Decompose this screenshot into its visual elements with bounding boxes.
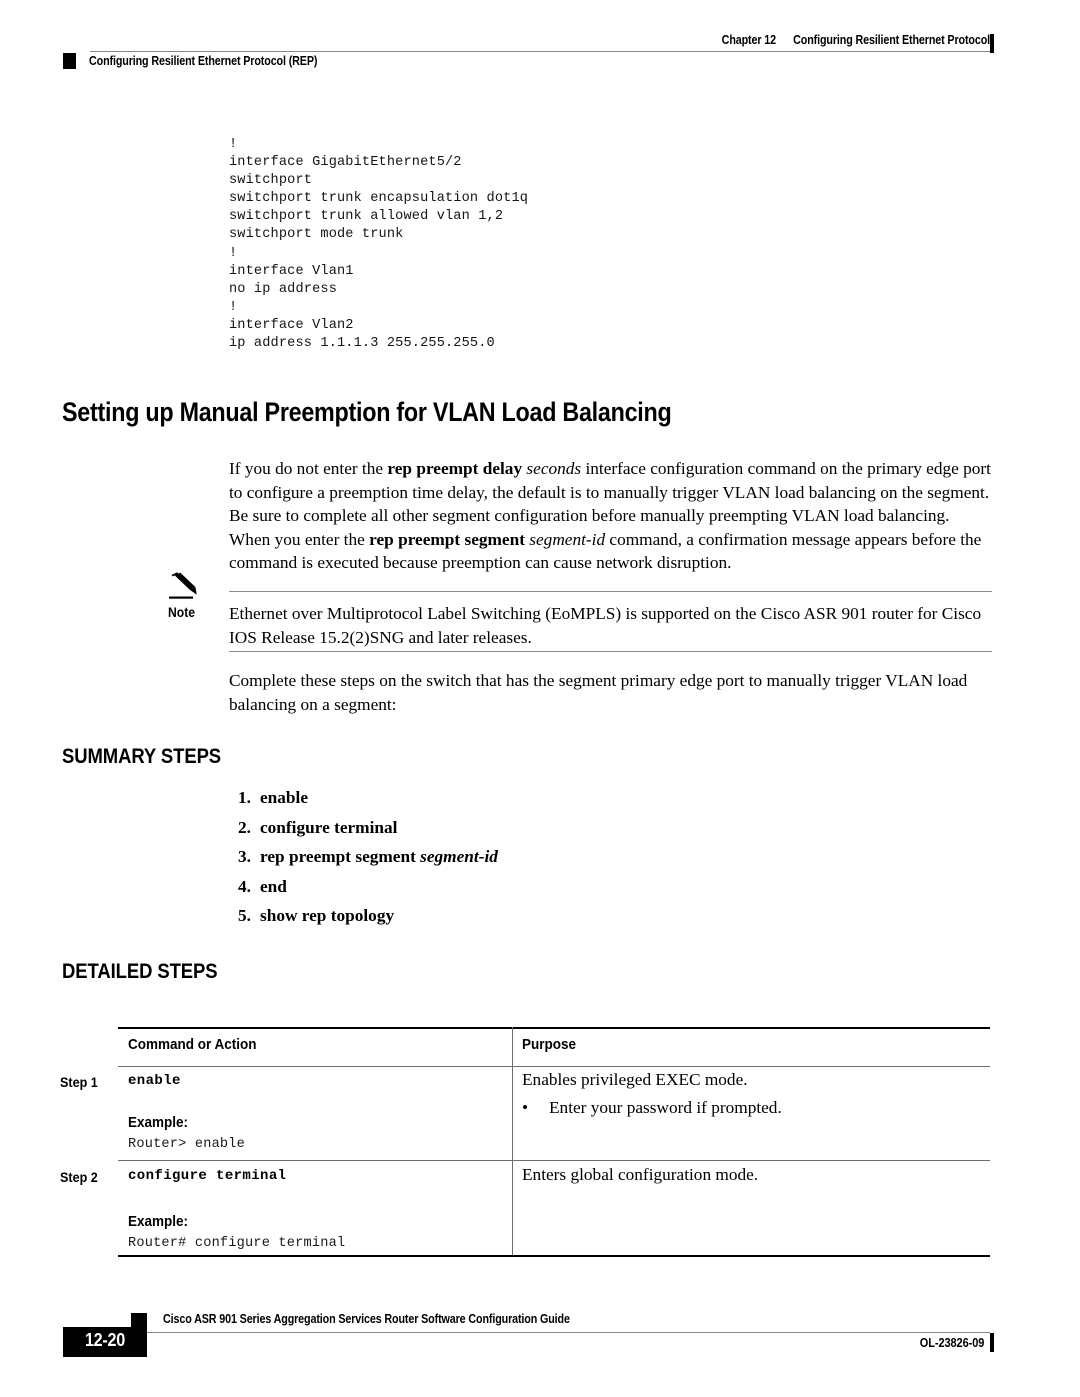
bullet-text: Enter your password if prompted. xyxy=(549,1098,782,1117)
intro-paragraph: If you do not enter the rep preempt dela… xyxy=(229,457,994,575)
detailed-steps-heading: DETAILED STEPS xyxy=(62,960,218,983)
intro-variable-1: seconds xyxy=(526,459,582,478)
step-number: 3. xyxy=(238,847,251,866)
pencil-icon xyxy=(168,572,204,600)
table-row-step-label: Step 2 xyxy=(60,1169,98,1185)
header-right-tick xyxy=(990,34,994,53)
step-text: show rep topology xyxy=(260,906,394,926)
table-row-purpose: Enables privileged EXEC mode. xyxy=(522,1070,748,1089)
note-body-text: Ethernet over Multiprotocol Label Switch… xyxy=(229,604,982,647)
example-command: Router> enable xyxy=(128,1137,246,1152)
intro-text-1: If you do not enter the xyxy=(229,459,388,478)
column-header-command: Command or Action xyxy=(128,1036,257,1053)
step-command: rep preempt segment xyxy=(260,847,421,866)
table-column-divider xyxy=(512,1027,513,1255)
example-label: Example: xyxy=(128,1114,189,1131)
footer-book-title: Cisco ASR 901 Series Aggregation Service… xyxy=(163,1312,570,1326)
step-command: enable xyxy=(260,788,309,807)
step-text: rep preempt segment segment-id xyxy=(260,847,498,867)
example-label: Example: xyxy=(128,1213,189,1230)
step-number: 1. xyxy=(238,788,251,807)
intro-variable-2: segment-id xyxy=(529,529,606,549)
note-label: Note xyxy=(168,605,195,620)
header-rule xyxy=(90,51,990,52)
step-command: configure terminal xyxy=(260,817,398,837)
list-item: 3. rep preempt segment segment-id xyxy=(229,847,929,877)
list-item: 5. show rep topology xyxy=(229,906,929,936)
bullet-dot-icon: • xyxy=(522,1098,529,1117)
footer-page-number: 12-20 xyxy=(84,1330,126,1350)
step-text: configure terminal xyxy=(260,818,397,838)
table-row-command: enable xyxy=(128,1073,181,1089)
header-square-marker-icon xyxy=(63,53,76,69)
page-title: Setting up Manual Preemption for VLAN Lo… xyxy=(62,397,672,427)
step-command: end xyxy=(260,876,287,896)
table-row-purpose: Enters global configuration mode. xyxy=(522,1165,759,1184)
footer-document-id: OL-23826-09 xyxy=(919,1336,985,1350)
table-border-bottom xyxy=(118,1255,990,1257)
table-row-command: configure terminal xyxy=(128,1168,287,1184)
table-header-divider xyxy=(118,1066,990,1067)
complete-steps-paragraph: Complete these steps on the switch that … xyxy=(229,671,968,714)
column-header-purpose: Purpose xyxy=(522,1036,577,1053)
step-variable: segment-id xyxy=(420,847,498,866)
note-rule-bottom xyxy=(229,651,992,652)
step-command: show rep topology xyxy=(260,906,395,925)
footer-rule xyxy=(131,1332,990,1333)
example-command: Router# configure terminal xyxy=(128,1236,346,1251)
footer-right-tick xyxy=(990,1333,994,1352)
table-border-top xyxy=(118,1027,990,1029)
list-item: 1. enable xyxy=(229,788,929,818)
step-number: 5. xyxy=(238,906,251,925)
list-item: 2. configure terminal xyxy=(229,818,929,848)
intro-command-1: rep preempt delay xyxy=(387,459,523,478)
table-row-divider xyxy=(118,1160,990,1161)
step-text: enable xyxy=(260,788,308,808)
list-item: 4. end xyxy=(229,877,929,907)
document-page: Chapter 12 Configuring Resilient Ethernet… xyxy=(0,0,1080,1397)
header-chapter-number: Chapter 12 xyxy=(721,33,776,47)
page-header-right: Chapter 12 Configuring Resilient Ethernet… xyxy=(722,33,990,47)
summary-steps-list: 1. enable 2. configure terminal 3. rep p… xyxy=(229,788,929,936)
header-chapter-title: Configuring Resilient Ethernet Protocol xyxy=(793,33,990,47)
step-text: end xyxy=(260,877,287,897)
step-number: 4. xyxy=(238,876,251,896)
table-row-step-label: Step 1 xyxy=(60,1074,98,1090)
summary-steps-heading: SUMMARY STEPS xyxy=(62,745,222,768)
intro-command-2: rep preempt segment xyxy=(369,529,525,549)
header-section-title: Configuring Resilient Ethernet Protocol … xyxy=(89,54,318,68)
configuration-code-block: ! interface GigabitEthernet5/2 switchpor… xyxy=(229,137,529,352)
step-number: 2. xyxy=(238,817,251,837)
note-rule-top xyxy=(229,591,992,592)
